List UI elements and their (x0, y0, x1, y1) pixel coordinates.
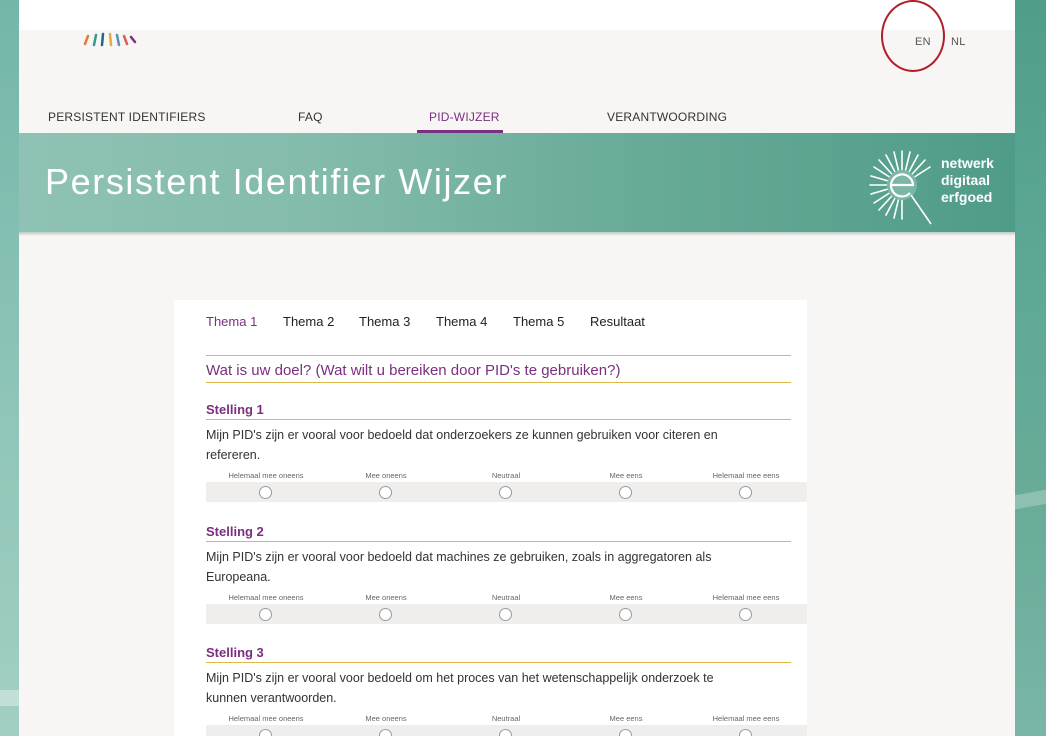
brand-wordmark: netwerk digitaal erfgoed (941, 155, 994, 206)
page-title: Persistent Identifier Wijzer (45, 161, 508, 202)
likert-labels: Helemaal mee oneens Mee oneens Neutraal … (206, 593, 807, 604)
background-left (0, 0, 19, 736)
radio-mee-oneens[interactable] (379, 729, 392, 736)
tab-thema-3[interactable]: Thema 3 (359, 314, 410, 329)
radio-neutraal[interactable] (499, 729, 512, 736)
nav-faq[interactable]: FAQ (298, 110, 323, 124)
section-title: Wat is uw doel? (Wat wilt u bereiken doo… (206, 362, 621, 379)
tab-thema-1[interactable]: Thema 1 (206, 314, 257, 329)
likert-scale: Helemaal mee oneens Mee oneens Neutraal … (206, 593, 807, 625)
brand-line-3: erfgoed (941, 189, 993, 205)
theme-tabs: Thema 1 Thema 2 Thema 3 Thema 4 Thema 5 … (206, 314, 786, 334)
likert-label: Neutraal (491, 714, 521, 723)
likert-radio-row (206, 604, 807, 624)
statement-title: Stelling 1 (206, 402, 264, 417)
nav-persistent-identifiers[interactable]: PERSISTENT IDENTIFIERS (48, 110, 206, 124)
radio-mee-eens[interactable] (619, 608, 632, 621)
questionnaire-card: Thema 1 Thema 2 Thema 3 Thema 4 Thema 5 … (174, 300, 807, 736)
radio-helemaal-mee-eens[interactable] (739, 608, 752, 621)
radio-neutraal[interactable] (499, 486, 512, 499)
nav-pid-wijzer[interactable]: PID-WIJZER (429, 110, 500, 124)
page: EN NL PERSISTENT IDENTIFIERS FAQ PID-WIJ… (19, 0, 1015, 736)
likert-radio-row (206, 725, 807, 736)
radio-mee-oneens[interactable] (379, 608, 392, 621)
likert-label: Mee oneens (365, 471, 407, 480)
likert-label: Helemaal mee eens (712, 593, 780, 602)
likert-label: Mee eens (609, 714, 643, 723)
statement-rule (206, 541, 791, 542)
statement-title: Stelling 3 (206, 645, 264, 660)
likert-label: Helemaal mee oneens (228, 471, 304, 480)
likert-label: Helemaal mee oneens (228, 593, 304, 602)
statement-rule (206, 662, 791, 663)
likert-label: Helemaal mee oneens (228, 714, 304, 723)
background-streak (1015, 483, 1046, 511)
nav-verantwoording[interactable]: VERANTWOORDING (607, 110, 727, 124)
likert-labels: Helemaal mee oneens Mee oneens Neutraal … (206, 714, 807, 725)
banner-shadow (19, 232, 1015, 236)
radio-helemaal-mee-oneens[interactable] (259, 608, 272, 621)
radio-mee-eens[interactable] (619, 486, 632, 499)
statement-rule (206, 419, 791, 420)
radio-helemaal-mee-oneens[interactable] (259, 486, 272, 499)
statement-title: Stelling 2 (206, 524, 264, 539)
likert-radio-row (206, 482, 807, 502)
likert-scale: Helemaal mee oneens Mee oneens Neutraal … (206, 714, 807, 736)
tab-thema-5[interactable]: Thema 5 (513, 314, 564, 329)
statement-text: Mijn PID's zijn er vooral voor bedoeld d… (206, 428, 718, 462)
section-rule-bottom (206, 382, 791, 383)
radio-neutraal[interactable] (499, 608, 512, 621)
likert-label: Mee oneens (365, 714, 407, 723)
language-nl-link[interactable]: NL (951, 36, 966, 48)
likert-label: Helemaal mee eens (712, 714, 780, 723)
likert-scale: Helemaal mee oneens Mee oneens Neutraal … (206, 471, 807, 503)
radio-mee-eens[interactable] (619, 729, 632, 736)
radio-helemaal-mee-eens[interactable] (739, 486, 752, 499)
highlight-circle (881, 0, 945, 72)
background-right (1015, 0, 1046, 736)
page-banner: Persistent Identifier Wijzer netwerk dig… (19, 133, 1015, 232)
likert-label: Neutraal (491, 471, 521, 480)
main-nav: PERSISTENT IDENTIFIERS FAQ PID-WIJZER VE… (19, 108, 1015, 133)
brand-line-2: digitaal (941, 172, 991, 188)
likert-label: Mee eens (609, 471, 643, 480)
radio-helemaal-mee-eens[interactable] (739, 729, 752, 736)
netwerk-digitaal-erfgoed-logo-icon (869, 150, 932, 225)
statement-text: Mijn PID's zijn er vooral voor bedoeld o… (206, 671, 714, 705)
background-streak (0, 690, 19, 706)
site-logo-icon[interactable] (79, 30, 149, 48)
section-rule-top (206, 355, 791, 356)
likert-label: Neutraal (491, 593, 521, 602)
brand-line-1: netwerk (941, 155, 994, 171)
radio-mee-oneens[interactable] (379, 486, 392, 499)
likert-label: Helemaal mee eens (712, 471, 780, 480)
tab-thema-2[interactable]: Thema 2 (283, 314, 334, 329)
likert-label: Mee eens (609, 593, 643, 602)
tab-resultaat[interactable]: Resultaat (590, 314, 645, 329)
likert-label: Mee oneens (365, 593, 407, 602)
radio-helemaal-mee-oneens[interactable] (259, 729, 272, 736)
likert-labels: Helemaal mee oneens Mee oneens Neutraal … (206, 471, 807, 482)
statement-text: Mijn PID's zijn er vooral voor bedoeld d… (206, 550, 712, 584)
site-header: EN NL PERSISTENT IDENTIFIERS FAQ PID-WIJ… (19, 0, 1015, 133)
tab-thema-4[interactable]: Thema 4 (436, 314, 487, 329)
